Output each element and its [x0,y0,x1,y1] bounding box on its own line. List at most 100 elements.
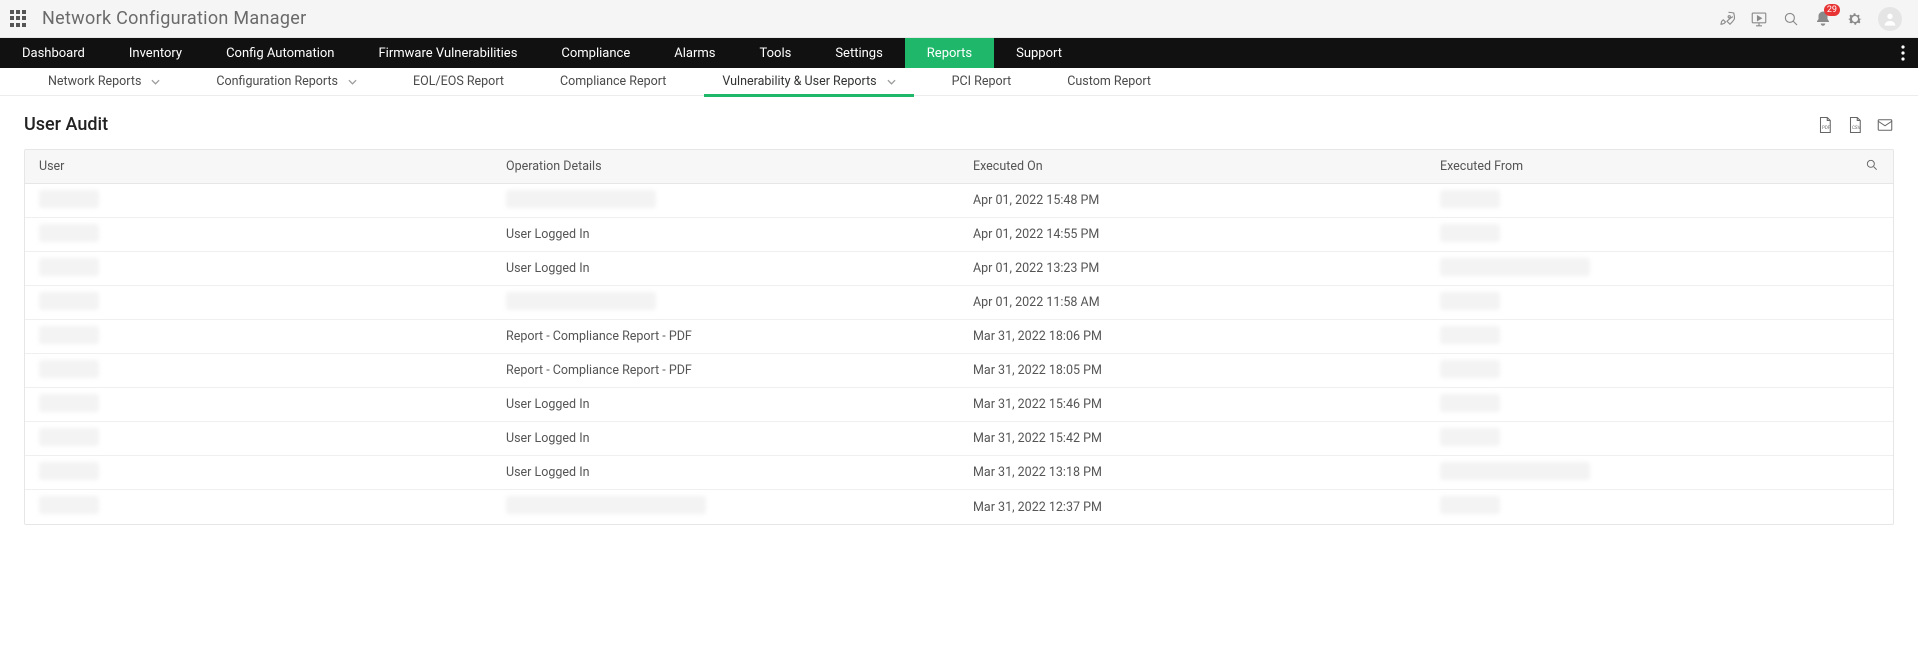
cell-user [25,394,492,416]
col-header-from[interactable]: Executed From [1426,159,1837,174]
cell-operation: User Logged In [492,397,959,412]
nav-item-tools[interactable]: Tools [738,38,814,68]
sub-nav: Network Reports Configuration Reports EOL/… [0,68,1918,96]
cell-executed-on: Apr 01, 2022 14:55 PM [959,227,1426,242]
nav-item-dashboard[interactable]: Dashboard [0,38,107,68]
table-row[interactable]: Apr 01, 2022 11:58 AM [25,286,1893,320]
cell-user [25,496,492,518]
app-header: Network Configuration Manager 29 [0,0,1918,38]
cell-user [25,258,492,280]
nav-item-firmware-vulnerabilities[interactable]: Firmware Vulnerabilities [356,38,539,68]
chevron-down-icon [348,74,357,89]
page-actions: PDF CSV [1816,116,1894,134]
nav-item-config-automation[interactable]: Config Automation [204,38,356,68]
cell-user [25,428,492,450]
subnav-label: Configuration Reports [216,74,338,89]
cell-operation: User Logged In [492,227,959,242]
table-row[interactable]: User Logged InMar 31, 2022 13:18 PM [25,456,1893,490]
table-row[interactable]: User Logged InMar 31, 2022 15:46 PM [25,388,1893,422]
subnav-custom-report[interactable]: Custom Report [1039,68,1179,96]
page-title-row: User Audit PDF CSV [24,114,1894,135]
nav-item-reports[interactable]: Reports [905,38,994,68]
screen-play-icon[interactable] [1750,10,1768,28]
nav-item-alarms[interactable]: Alarms [652,38,737,68]
cell-executed-on: Mar 31, 2022 15:46 PM [959,397,1426,412]
table-row[interactable]: Mar 31, 2022 12:37 PM [25,490,1893,524]
cell-executed-from [1426,462,1837,484]
subnav-label: Compliance Report [560,74,666,89]
subnav-eol-eos-report[interactable]: EOL/EOS Report [385,68,532,96]
subnav-label: Custom Report [1067,74,1151,89]
table-search-icon[interactable] [1837,158,1893,176]
search-icon[interactable] [1782,10,1800,28]
cell-operation: User Logged In [492,431,959,446]
page-title: User Audit [24,114,108,135]
col-header-user[interactable]: User [25,159,492,174]
chevron-down-icon [887,74,896,89]
table-row[interactable]: Report - Compliance Report - PDFMar 31, … [25,354,1893,388]
col-header-op[interactable]: Operation Details [492,159,959,174]
cell-user [25,292,492,314]
export-csv-icon[interactable]: CSV [1846,116,1864,134]
nav-item-support[interactable]: Support [994,38,1084,68]
bell-icon[interactable]: 29 [1814,10,1832,28]
notification-badge: 29 [1824,4,1840,16]
cell-executed-on: Mar 31, 2022 15:42 PM [959,431,1426,446]
table-row[interactable]: User Logged InApr 01, 2022 14:55 PM [25,218,1893,252]
cell-executed-from [1426,190,1837,212]
table-row[interactable]: Apr 01, 2022 15:48 PM [25,184,1893,218]
svg-text:CSV: CSV [1852,124,1861,130]
subnav-label: PCI Report [952,74,1012,89]
cell-executed-from [1426,326,1837,348]
rocket-icon[interactable] [1718,10,1736,28]
cell-operation: Report - Compliance Report - PDF [492,329,959,344]
cell-executed-from [1426,496,1837,518]
cell-executed-on: Mar 31, 2022 12:37 PM [959,500,1426,515]
table-row[interactable]: User Logged InMar 31, 2022 15:42 PM [25,422,1893,456]
table-row[interactable]: Report - Compliance Report - PDFMar 31, … [25,320,1893,354]
mail-icon[interactable] [1876,116,1894,134]
subnav-compliance-report[interactable]: Compliance Report [532,68,694,96]
cell-executed-on: Mar 31, 2022 18:05 PM [959,363,1426,378]
cell-operation: User Logged In [492,465,959,480]
cell-operation: User Logged In [492,261,959,276]
header-icons: 29 [1718,7,1908,31]
cell-executed-on: Apr 01, 2022 11:58 AM [959,295,1426,310]
table-body: Apr 01, 2022 15:48 PMUser Logged InApr 0… [25,184,1893,524]
subnav-configuration-reports[interactable]: Configuration Reports [188,68,385,96]
cell-executed-from [1426,394,1837,416]
subnav-label: Network Reports [48,74,141,89]
export-pdf-icon[interactable]: PDF [1816,116,1834,134]
subnav-pci-report[interactable]: PCI Report [924,68,1040,96]
cell-user [25,190,492,212]
cell-executed-on: Mar 31, 2022 18:06 PM [959,329,1426,344]
svg-text:PDF: PDF [1822,124,1831,130]
cell-operation: Report - Compliance Report - PDF [492,363,959,378]
subnav-vulnerability-user-reports[interactable]: Vulnerability & User Reports [694,68,923,96]
apps-grid-icon[interactable] [10,10,28,28]
col-header-exec[interactable]: Executed On [959,159,1426,174]
chevron-down-icon [151,74,160,89]
nav-item-settings[interactable]: Settings [813,38,904,68]
cell-user [25,326,492,348]
nav-item-compliance[interactable]: Compliance [539,38,652,68]
subnav-label: EOL/EOS Report [413,74,504,89]
app-title: Network Configuration Manager [42,8,307,29]
cell-executed-from [1426,224,1837,246]
cell-operation [492,292,959,314]
cell-executed-on: Mar 31, 2022 13:18 PM [959,465,1426,480]
cell-executed-from [1426,428,1837,450]
table-header: User Operation Details Executed On Execu… [25,150,1893,184]
table-row[interactable]: User Logged InApr 01, 2022 13:23 PM [25,252,1893,286]
cell-executed-on: Apr 01, 2022 13:23 PM [959,261,1426,276]
subnav-label: Vulnerability & User Reports [722,74,876,89]
kebab-menu-icon[interactable] [1888,38,1918,68]
cell-operation [492,190,959,212]
cell-user [25,224,492,246]
user-avatar[interactable] [1878,7,1902,31]
nav-item-inventory[interactable]: Inventory [107,38,204,68]
cell-user [25,462,492,484]
audit-table: User Operation Details Executed On Execu… [24,149,1894,525]
subnav-network-reports[interactable]: Network Reports [20,68,188,96]
gear-icon[interactable] [1846,10,1864,28]
